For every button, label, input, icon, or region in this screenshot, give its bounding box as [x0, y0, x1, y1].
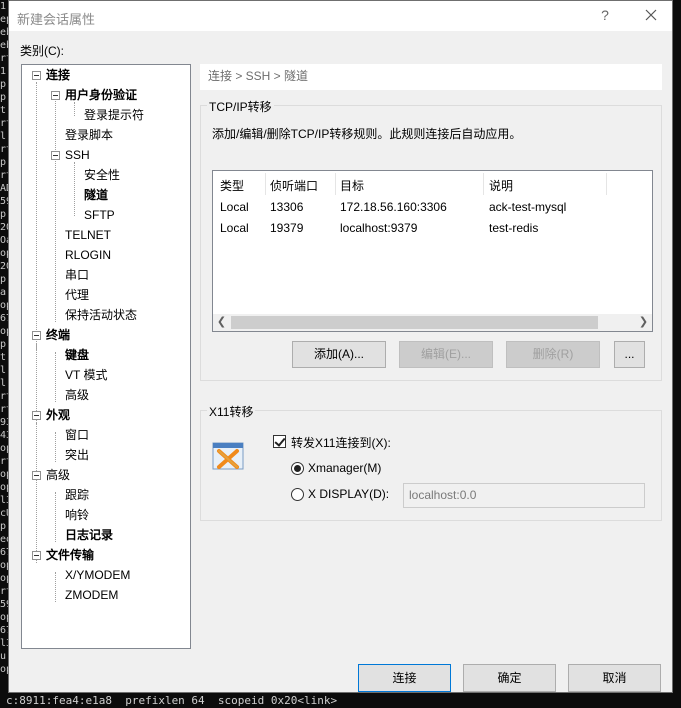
tree-item[interactable]: 文件传输: [46, 546, 94, 564]
list-header: 类型 侦听端口 目标 说明: [213, 171, 652, 197]
table-cell[interactable]: test-redis: [489, 221, 538, 235]
window-title: 新建会话属性: [17, 12, 96, 27]
tree-connector: [36, 423, 37, 563]
forwarding-rules-list[interactable]: 类型 侦听端口 目标 说明 ❮ ❯ Local 13306 172.18.56.16…: [212, 170, 653, 332]
edit-rule-button[interactable]: 编辑(E)...: [399, 341, 493, 368]
tree-item[interactable]: 用户身份验证: [65, 86, 137, 104]
more-options-button[interactable]: ...: [614, 341, 645, 368]
tree-connector: [74, 102, 75, 116]
close-icon: [645, 9, 657, 21]
forward-x11-checkbox[interactable]: [273, 435, 286, 448]
tree-item[interactable]: SSH: [65, 146, 90, 164]
tree-item[interactable]: 键盘: [65, 346, 89, 364]
tree-item[interactable]: TELNET: [65, 226, 111, 244]
table-cell[interactable]: 13306: [270, 200, 303, 214]
column-separator[interactable]: [335, 173, 336, 195]
breadcrumb: 连接 > SSH > 隧道: [200, 64, 662, 90]
ok-button[interactable]: 确定: [463, 664, 556, 692]
tree-item[interactable]: 连接: [46, 66, 70, 84]
x11-group-title: X11转移: [207, 403, 256, 420]
add-rule-button[interactable]: 添加(A)...: [292, 341, 386, 368]
tree-item[interactable]: SFTP: [84, 206, 115, 224]
terminal-bottom-line: c:8911:fea4:e1a8 prefixlen 64 scopeid 0x…: [6, 694, 338, 707]
tree-item[interactable]: 隧道: [84, 186, 108, 204]
column-header-target[interactable]: 目标: [340, 177, 364, 194]
tree-item[interactable]: 登录脚本: [65, 126, 113, 144]
tree-item[interactable]: 高级: [46, 466, 70, 484]
xmanager-radio[interactable]: [291, 462, 304, 475]
tree-connector: [55, 492, 56, 542]
tree-item[interactable]: 串口: [65, 266, 89, 284]
table-cell[interactable]: Local: [220, 200, 249, 214]
tree-item[interactable]: 日志记录: [65, 526, 113, 544]
tree-item[interactable]: 代理: [65, 286, 89, 304]
help-button[interactable]: ?: [597, 7, 613, 25]
tree-connector: [36, 82, 37, 350]
tree-item[interactable]: 突出: [65, 446, 89, 464]
xdisplay-label[interactable]: X DISPLAY(D):: [308, 487, 389, 501]
xdisplay-input[interactable]: localhost:0.0: [403, 483, 645, 508]
collapse-icon[interactable]: [32, 551, 41, 560]
tree-item[interactable]: 保持活动状态: [65, 306, 137, 324]
title-bar: 新建会话属性 ?: [9, 1, 672, 31]
tree-connector: [55, 352, 56, 402]
tree-item[interactable]: 外观: [46, 406, 70, 424]
tree-item[interactable]: X/YMODEM: [65, 566, 130, 584]
xdisplay-radio[interactable]: [291, 488, 304, 501]
collapse-icon[interactable]: [51, 151, 60, 160]
tree-item[interactable]: 安全性: [84, 166, 120, 184]
forward-x11-label[interactable]: 转发X11连接到(X):: [291, 434, 391, 451]
collapse-icon[interactable]: [51, 91, 60, 100]
close-button[interactable]: [639, 5, 663, 27]
tree-item[interactable]: 登录提示符: [84, 106, 144, 124]
xmanager-label[interactable]: Xmanager(M): [308, 461, 381, 475]
tree-connector: [74, 162, 75, 216]
collapse-icon[interactable]: [32, 331, 41, 340]
table-cell[interactable]: ack-test-mysql: [489, 200, 566, 214]
x11-icon: [212, 442, 244, 470]
tree-item[interactable]: 高级: [65, 386, 89, 404]
tree-connector: [55, 432, 56, 462]
tcpip-group-title: TCP/IP转移: [207, 98, 274, 115]
collapse-icon[interactable]: [32, 71, 41, 80]
table-cell[interactable]: localhost:9379: [340, 221, 417, 235]
column-header-description[interactable]: 说明: [489, 177, 513, 194]
cancel-button[interactable]: 取消: [568, 664, 661, 692]
tree-item[interactable]: 窗口: [65, 426, 89, 444]
tcpip-description: 添加/编辑/删除TCP/IP转移规则。此规则连接后自动应用。: [212, 127, 522, 141]
table-cell[interactable]: 19379: [270, 221, 303, 235]
tree-item[interactable]: 跟踪: [65, 486, 89, 504]
column-separator[interactable]: [265, 173, 266, 195]
tree-item[interactable]: VT 模式: [65, 366, 107, 384]
tree-item[interactable]: 响铃: [65, 506, 89, 524]
collapse-icon[interactable]: [32, 471, 41, 480]
column-header-type[interactable]: 类型: [220, 177, 244, 194]
column-separator[interactable]: [606, 173, 607, 195]
column-header-listen-port[interactable]: 侦听端口: [270, 177, 318, 194]
tree-item[interactable]: ZMODEM: [65, 586, 118, 604]
scrollbar-thumb[interactable]: [231, 316, 598, 329]
tree-item[interactable]: 终端: [46, 326, 70, 344]
tree-item[interactable]: RLOGIN: [65, 246, 111, 264]
tree-connector: [55, 572, 56, 602]
category-label: 类别(C):: [20, 44, 64, 58]
session-properties-dialog: 新建会话属性 ? 类别(C): 连接 用户身份验证 登录提示符 登录脚本 SSH 安全性隧…: [8, 0, 673, 693]
column-separator[interactable]: [483, 173, 484, 195]
tree-connector: [55, 92, 56, 322]
collapse-icon[interactable]: [32, 411, 41, 420]
table-cell[interactable]: Local: [220, 221, 249, 235]
horizontal-scrollbar[interactable]: ❮ ❯: [213, 314, 652, 331]
category-tree[interactable]: 连接用户身份验证登录提示符登录脚本 SSH 安全性隧道 SFTP TELNET RLOGI…: [21, 64, 191, 649]
table-cell[interactable]: 172.18.56.160:3306: [340, 200, 447, 214]
scroll-left-icon[interactable]: ❮: [213, 314, 230, 331]
delete-rule-button[interactable]: 删除(R): [506, 341, 600, 368]
connect-button[interactable]: 连接: [358, 664, 451, 692]
scroll-right-icon[interactable]: ❯: [635, 314, 652, 331]
